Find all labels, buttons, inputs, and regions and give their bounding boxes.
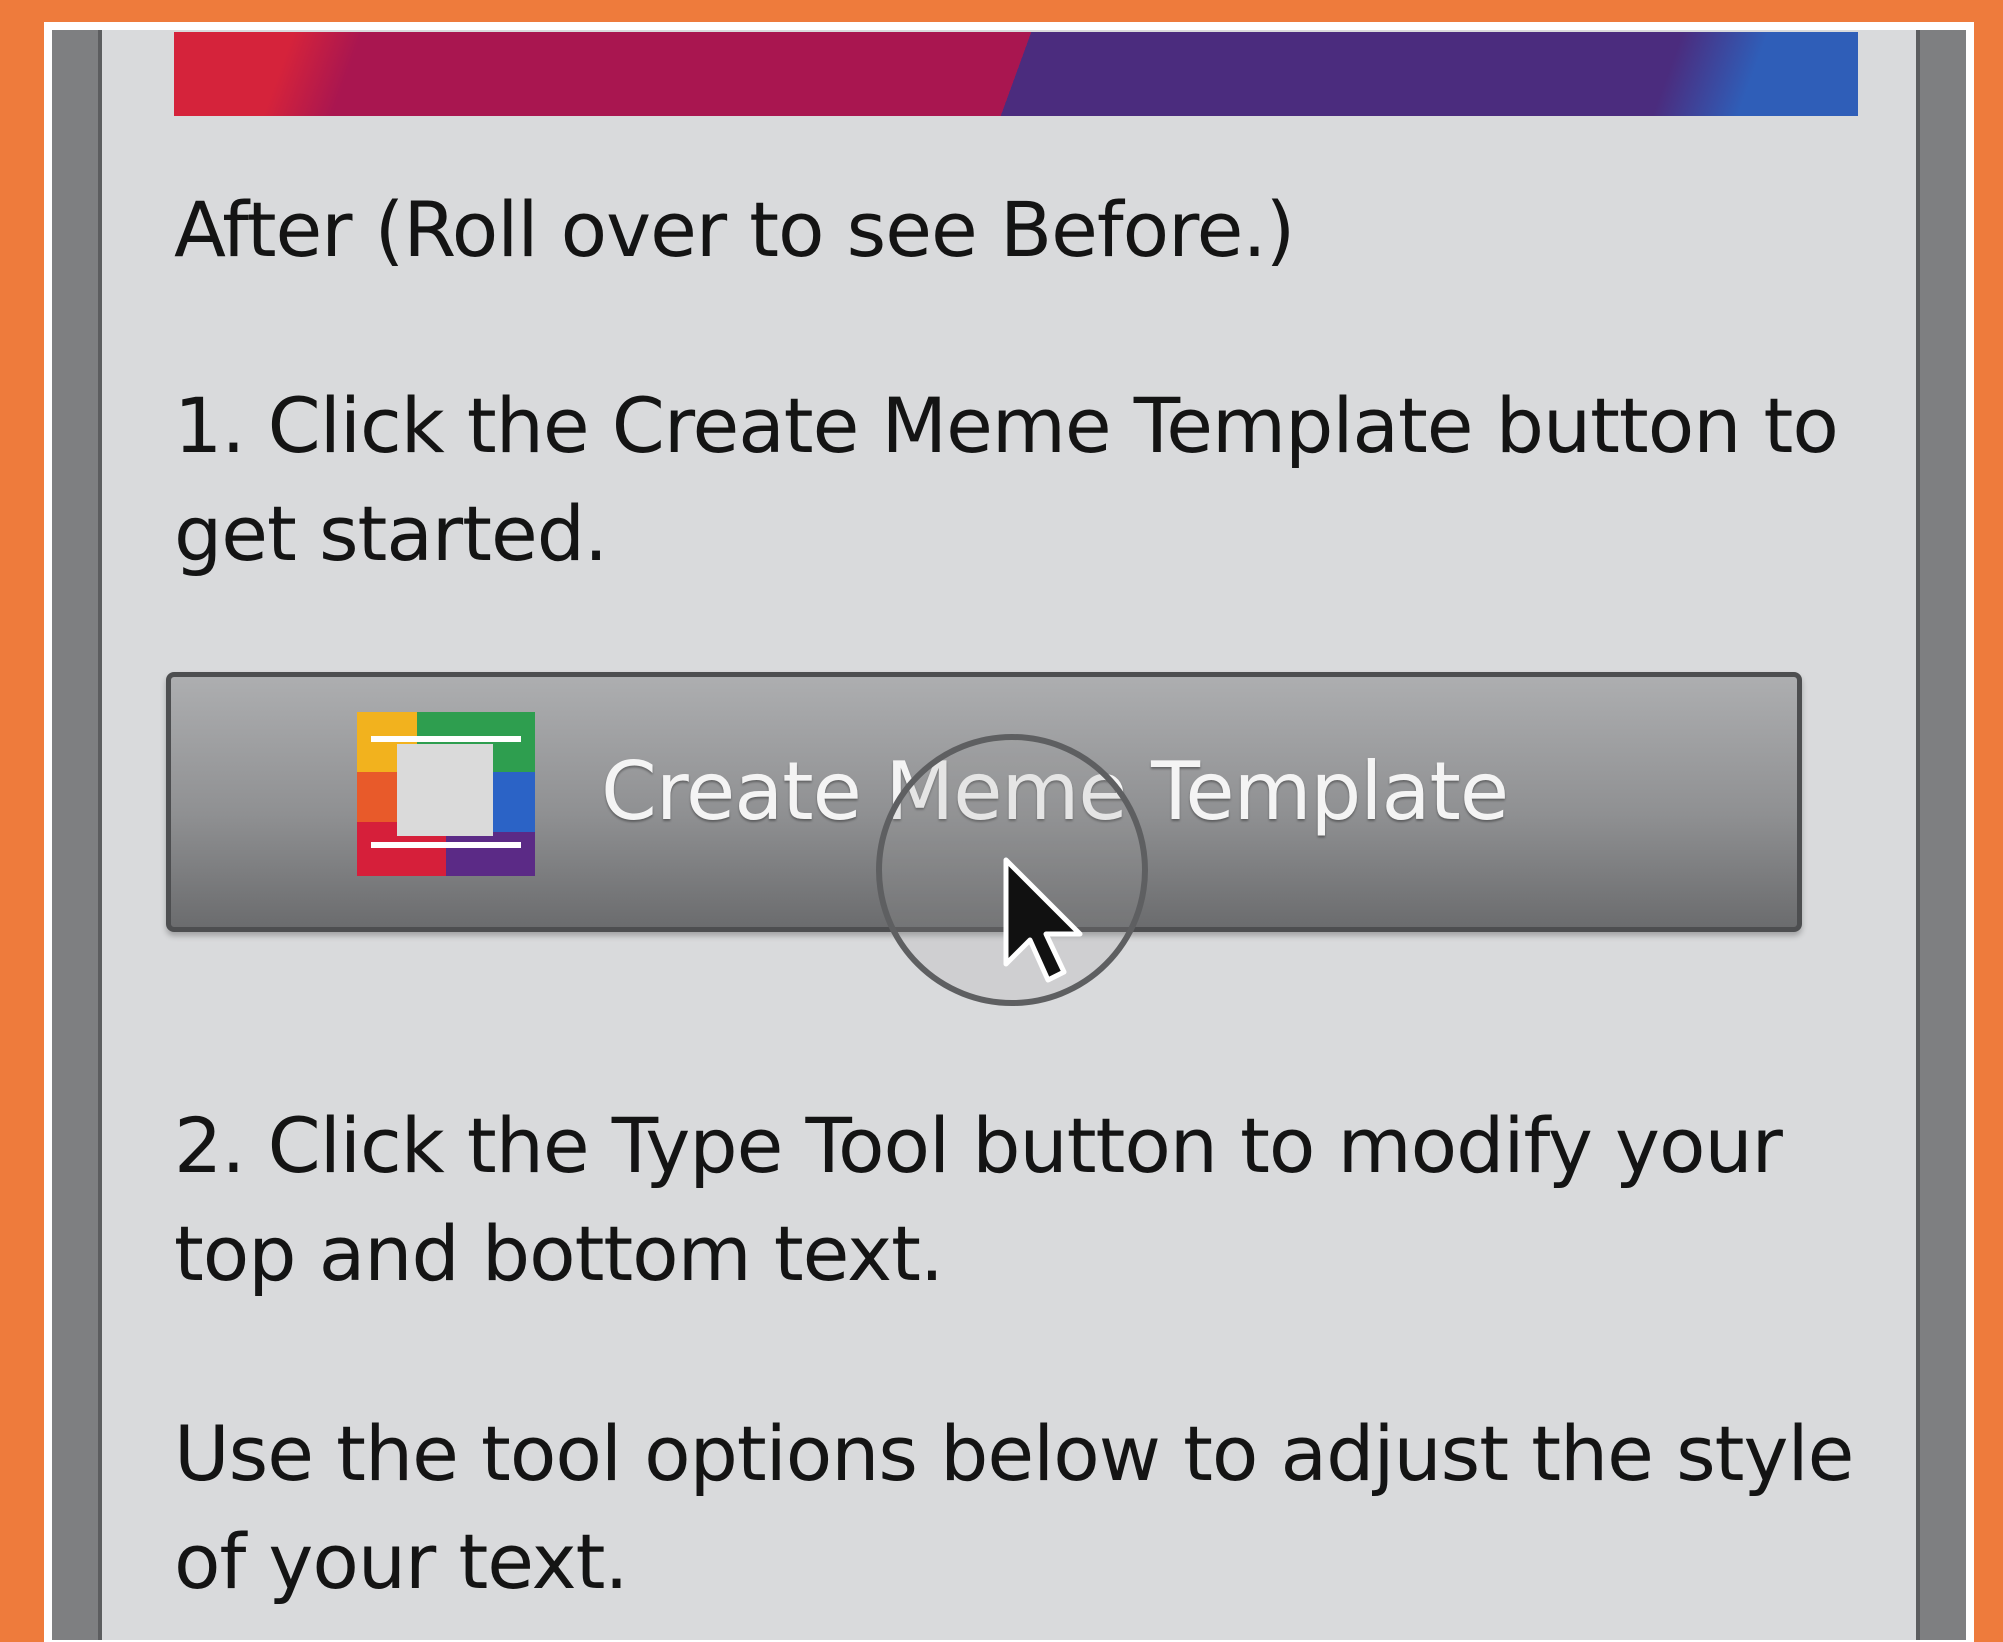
- tool-options-instruction: Use the tool options below to adjust the…: [174, 1409, 1854, 1606]
- pointer-cursor-icon: [1003, 857, 1083, 983]
- step-1-instruction: 1. Click the Create Meme Template button…: [174, 381, 1839, 578]
- header-color-bar: [174, 32, 1858, 116]
- step-2-instruction: 2. Click the Type Tool button to modify …: [174, 1101, 1783, 1298]
- meme-template-icon: [357, 712, 535, 876]
- after-before-label: After (Roll over to see Before.): [174, 185, 1295, 274]
